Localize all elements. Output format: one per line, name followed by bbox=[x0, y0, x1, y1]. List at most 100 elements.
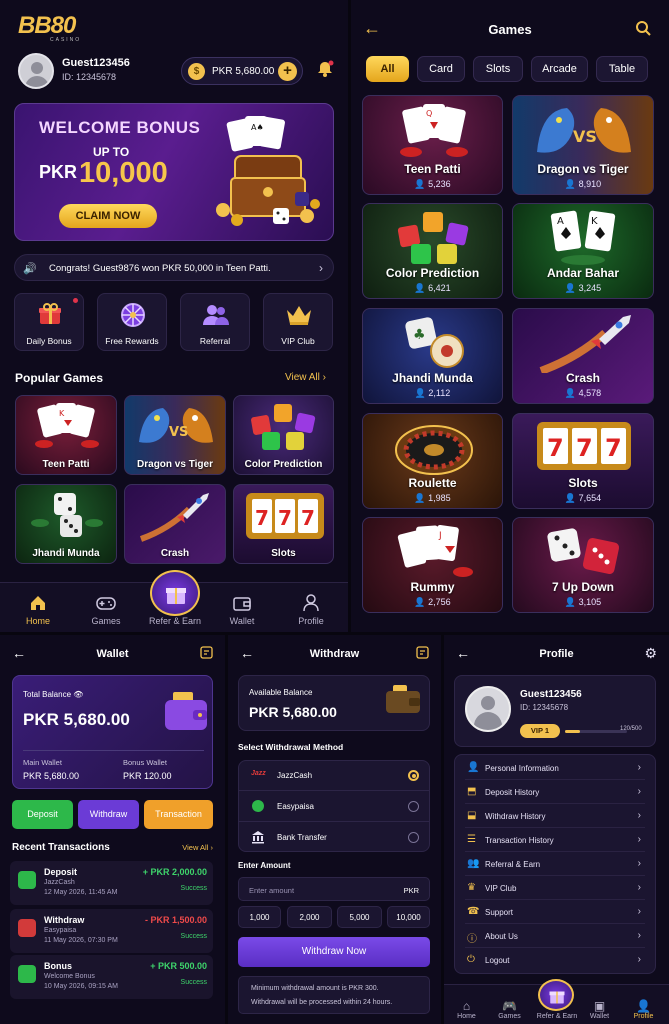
radio-unselected[interactable] bbox=[408, 832, 419, 843]
nav-wallet[interactable]: Wallet bbox=[212, 594, 272, 626]
filter-card[interactable]: Card bbox=[417, 56, 465, 82]
method-bank-transfer[interactable]: Bank Transfer bbox=[239, 822, 429, 853]
page-title: Games bbox=[488, 22, 532, 37]
vip-club-button[interactable]: VIP Club bbox=[263, 293, 333, 351]
quick-amount-5000[interactable]: 5,000 bbox=[337, 906, 382, 928]
menu-withdraw-history[interactable]: ⬓ Withdraw History › bbox=[465, 805, 645, 828]
menu-about-us[interactable]: ⓘ About Us › bbox=[465, 925, 645, 948]
player-count: 👤 3,105 bbox=[564, 597, 602, 607]
view-all-label: View All bbox=[182, 843, 209, 852]
deposit-button[interactable]: Deposit bbox=[12, 800, 73, 829]
filter-slots[interactable]: Slots bbox=[473, 56, 523, 82]
withdraw-button[interactable]: Withdraw bbox=[78, 800, 139, 829]
game-tile-slots[interactable]: 777 Slots bbox=[233, 484, 334, 564]
player-count: 👤 5,236 bbox=[414, 179, 451, 189]
free-rewards-button[interactable]: Free Rewards bbox=[97, 293, 167, 351]
filter-table[interactable]: Table bbox=[596, 56, 648, 82]
quick-amount-10000[interactable]: 10,000 bbox=[387, 906, 430, 928]
welcome-banner[interactable]: WELCOME BONUS UP TO PKR 10,000 CLAIM NOW… bbox=[14, 103, 334, 241]
game-card-crash[interactable]: Crash 👤 4,578 bbox=[512, 308, 654, 404]
filter-all[interactable]: All bbox=[366, 56, 409, 82]
svg-text:7: 7 bbox=[547, 434, 564, 462]
filter-arcade[interactable]: Arcade bbox=[531, 56, 588, 82]
nav-home[interactable]: Home bbox=[8, 594, 68, 626]
method-jazzcash[interactable]: Jazz JazzCash bbox=[239, 761, 429, 791]
quick-amount-1000[interactable]: 1,000 bbox=[238, 906, 281, 928]
game-name: Slots bbox=[568, 476, 598, 490]
game-card-slots[interactable]: 777 Slots 👤 7,654 bbox=[512, 413, 654, 509]
menu-vip-club[interactable]: ♛ VIP Club › bbox=[465, 877, 645, 900]
view-all-link[interactable]: View All › bbox=[182, 843, 213, 852]
nav-profile[interactable]: 👤 Profile bbox=[621, 999, 666, 1020]
search-icon[interactable] bbox=[635, 20, 651, 41]
chevron-right-icon: › bbox=[319, 261, 323, 275]
game-tile-color-prediction[interactable]: Color Prediction bbox=[233, 395, 334, 475]
nav-profile[interactable]: Profile bbox=[281, 594, 341, 626]
game-card-rummy[interactable]: J Rummy 👤 2,756 bbox=[362, 517, 503, 613]
bell-icon[interactable] bbox=[316, 60, 334, 78]
game-tile-jhandi-munda[interactable]: Jhandi Munda bbox=[15, 484, 117, 564]
game-name: Crash bbox=[565, 371, 600, 385]
withdraw-icon: ⬓ bbox=[467, 810, 477, 821]
referral-button[interactable]: Referral bbox=[180, 293, 250, 351]
refer-earn-fab[interactable] bbox=[150, 570, 200, 616]
menu-logout[interactable]: ⏻ Logout › bbox=[465, 949, 645, 972]
game-card-dragon-vs-tiger[interactable]: VS Dragon vs Tiger 👤 8,910 bbox=[512, 95, 654, 195]
game-card-7-up-down[interactable]: 7 Up Down 👤 3,105 bbox=[512, 517, 654, 613]
vip-progress-track bbox=[565, 730, 627, 733]
game-card-color-prediction[interactable]: Color Prediction 👤 6,421 bbox=[362, 203, 503, 299]
game-tile-teen-patti[interactable]: K Teen Patti bbox=[15, 395, 117, 475]
transaction-row[interactable]: Bonus Welcome Bonus 10 May 2026, 09:15 A… bbox=[10, 955, 213, 999]
method-easypaisa[interactable]: Easypaisa bbox=[239, 791, 429, 822]
wallet-illustration bbox=[385, 684, 421, 719]
chevron-right-icon: › bbox=[637, 930, 641, 941]
avatar[interactable] bbox=[465, 686, 511, 732]
transaction-button[interactable]: Transaction bbox=[144, 800, 213, 829]
transaction-row[interactable]: Withdraw Easypaisa 11 May 2026, 07:30 PM… bbox=[10, 909, 213, 953]
menu-deposit-history[interactable]: ⬒ Deposit History › bbox=[465, 781, 645, 804]
add-funds-icon[interactable]: + bbox=[278, 62, 297, 81]
radio-unselected[interactable] bbox=[408, 801, 419, 812]
game-card-jhandi-munda[interactable]: ♣ Jhandi Munda 👤 2,112 bbox=[362, 308, 503, 404]
quick-amount-2000[interactable]: 2,000 bbox=[287, 906, 332, 928]
history-icon[interactable] bbox=[416, 646, 429, 664]
menu-transaction-history[interactable]: ☰ Transaction History › bbox=[465, 829, 645, 852]
menu-personal-information[interactable]: 👤 Personal Information › bbox=[465, 757, 645, 780]
tx-source: Welcome Bonus bbox=[44, 973, 95, 980]
game-card-andar-bahar[interactable]: A K Andar Bahar 👤 3,245 bbox=[512, 203, 654, 299]
menu-support[interactable]: ☎ Support › bbox=[465, 901, 645, 924]
nav-refer-earn[interactable]: Refer & Earn bbox=[530, 1013, 584, 1020]
nav-wallet-label: Wallet bbox=[589, 1013, 610, 1020]
withdraw-now-button[interactable]: Withdraw Now bbox=[238, 937, 430, 967]
game-tile-crash[interactable]: Crash bbox=[124, 484, 226, 564]
app-logo[interactable]: BB80 bbox=[18, 12, 76, 40]
nav-home[interactable]: ⌂ Home bbox=[444, 999, 489, 1020]
daily-bonus-button[interactable]: Daily Bonus bbox=[14, 293, 84, 351]
nav-games[interactable]: Games bbox=[76, 594, 136, 626]
gear-icon[interactable]: ⚙ bbox=[644, 645, 657, 662]
nav-games[interactable]: 🎮 Games bbox=[487, 999, 532, 1020]
nav-refer-label: Refer & Earn bbox=[148, 616, 202, 626]
radio-selected[interactable] bbox=[408, 770, 419, 781]
win-ticker[interactable]: 🔊 Congrats! Guest9876 won PKR 50,000 in … bbox=[14, 254, 334, 281]
refer-earn-fab[interactable] bbox=[538, 979, 574, 1011]
game-card-roulette[interactable]: Roulette 👤 1,985 bbox=[362, 413, 503, 509]
history-icon[interactable] bbox=[200, 646, 213, 664]
game-tile-dragon-vs-tiger[interactable]: VS Dragon vs Tiger bbox=[124, 395, 226, 475]
menu-referral-earn[interactable]: 👥 Referral & Earn › bbox=[465, 853, 645, 876]
player-count: 👤 3,245 bbox=[564, 283, 602, 293]
balance-pill[interactable]: $ PKR 5,680.00 + bbox=[181, 57, 303, 85]
transaction-row[interactable]: Deposit JazzCash 12 May 2026, 11:45 AM +… bbox=[10, 861, 213, 905]
nav-wallet[interactable]: ▣ Wallet bbox=[577, 999, 622, 1020]
gift-icon bbox=[38, 303, 62, 330]
home-icon: ⌂ bbox=[462, 999, 471, 1013]
svg-text:♣: ♣ bbox=[413, 327, 426, 343]
vip-badge[interactable]: VIP 1 bbox=[520, 724, 560, 738]
amount-input[interactable]: Enter amount PKR bbox=[238, 877, 430, 901]
view-all-link[interactable]: View All › bbox=[285, 372, 326, 383]
eye-icon[interactable]: 👁 bbox=[73, 690, 83, 699]
claim-now-button[interactable]: CLAIM NOW bbox=[59, 204, 157, 228]
avatar[interactable] bbox=[18, 53, 54, 89]
game-card-teen-patti[interactable]: Q Teen Patti 👤 5,236 bbox=[362, 95, 503, 195]
nav-refer-earn[interactable]: Refer & Earn bbox=[145, 616, 205, 626]
